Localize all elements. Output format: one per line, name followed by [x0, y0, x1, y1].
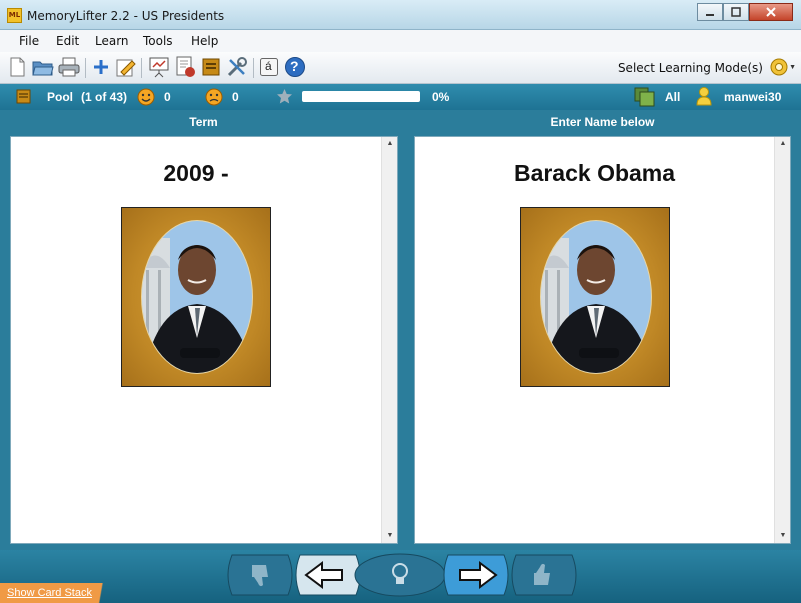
learning-mode-label[interactable]: Select Learning Mode(s) [618, 61, 763, 75]
menu-bar: File Edit Learn Tools Help [0, 30, 801, 52]
app-logo-icon: ML [7, 8, 22, 23]
menu-help[interactable]: Help [191, 34, 218, 48]
menu-edit[interactable]: Edit [56, 34, 79, 48]
add-card-icon[interactable] [90, 56, 112, 78]
print-icon[interactable] [58, 56, 80, 78]
answer-text: Barack Obama [513, 160, 676, 186]
right-column-header: Enter Name below [550, 115, 655, 129]
special-char-icon[interactable]: á [258, 56, 280, 78]
question-text: 2009 - [163, 160, 229, 186]
left-column-header: Term [189, 115, 218, 129]
edit-card-icon[interactable] [115, 56, 137, 78]
smiley-sad-icon [205, 88, 223, 109]
tools-icon[interactable] [226, 56, 248, 78]
menu-file[interactable]: File [19, 34, 39, 48]
wrong-count: 0 [232, 90, 239, 104]
question-pane: 2009 - ▲ ▼ [10, 136, 398, 544]
close-button[interactable] [749, 3, 793, 21]
scroll-up-icon[interactable]: ▲ [775, 137, 791, 151]
scroll-down-icon[interactable]: ▼ [775, 529, 791, 543]
new-file-icon[interactable] [6, 56, 28, 78]
presentation-icon[interactable] [148, 56, 170, 78]
thumbs-down-button[interactable] [222, 553, 294, 597]
card-layout-icon[interactable] [174, 56, 196, 78]
user-icon [696, 87, 712, 109]
previous-button[interactable] [290, 553, 362, 597]
answer-scrollbar[interactable]: ▲ ▼ [774, 137, 790, 543]
next-button[interactable] [442, 553, 514, 597]
window-title: MemoryLifter 2.2 - US Presidents [27, 9, 225, 23]
star-icon [276, 88, 293, 108]
title-bar: ML MemoryLifter 2.2 - US Presidents [0, 0, 801, 30]
thumbs-up-button[interactable] [510, 553, 582, 597]
open-folder-icon[interactable] [32, 56, 54, 78]
toolbar: á ? Select Learning Mode(s) ▼ [0, 52, 801, 84]
question-scrollbar[interactable]: ▲ ▼ [381, 137, 397, 543]
menu-learn[interactable]: Learn [95, 34, 129, 48]
progress-bar [302, 91, 420, 102]
card-stack-icon[interactable] [634, 87, 656, 110]
scroll-up-icon[interactable]: ▲ [382, 137, 398, 151]
chevron-down-icon[interactable]: ▼ [789, 64, 796, 71]
answer-portrait [520, 207, 670, 387]
navigation-bar: Show Card Stack [0, 550, 801, 603]
card-area: Term Enter Name below 2009 - ▲ ▼ Barack … [0, 110, 801, 550]
scroll-down-icon[interactable]: ▼ [382, 529, 398, 543]
hint-button[interactable] [354, 553, 446, 597]
box-icon[interactable] [200, 56, 222, 78]
gear-icon[interactable] [769, 57, 789, 77]
minimize-button[interactable] [697, 3, 723, 21]
status-bar: Pool (1 of 43) 0 0 0% All manwei30 [0, 84, 801, 110]
progress-percent: 0% [432, 90, 450, 104]
pool-box-icon [16, 89, 31, 107]
menu-tools[interactable]: Tools [143, 34, 173, 48]
window-controls [697, 3, 793, 21]
question-portrait [121, 207, 271, 387]
help-icon[interactable]: ? [284, 56, 306, 78]
filter-all-label[interactable]: All [665, 90, 680, 104]
smiley-happy-icon [137, 88, 155, 109]
maximize-button[interactable] [723, 3, 749, 21]
show-card-stack-link[interactable]: Show Card Stack [7, 587, 92, 599]
answer-pane: Barack Obama ▲ ▼ [414, 136, 791, 544]
username: manwei30 [724, 90, 782, 104]
correct-count: 0 [164, 90, 171, 104]
show-card-stack-tab[interactable]: Show Card Stack [0, 583, 124, 603]
pool-label: Pool [47, 90, 73, 104]
special-char-label: á [265, 59, 272, 73]
help-glyph: ? [290, 58, 299, 74]
pool-count: (1 of 43) [81, 90, 128, 104]
